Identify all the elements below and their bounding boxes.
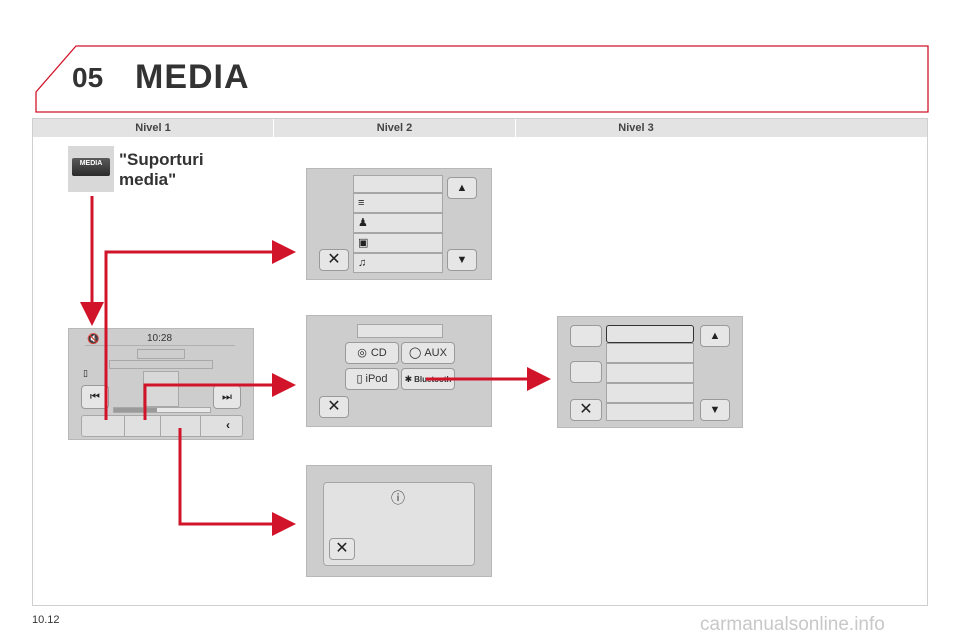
page-number: 10.12: [32, 614, 60, 626]
arrow-to-list-screen: [104, 240, 296, 420]
arrow-to-source-screen: [143, 373, 296, 420]
connector-arrows: [80, 196, 551, 536]
arrow-to-info-screen: [178, 428, 296, 536]
watermark: carmanualsonline.info: [700, 614, 885, 635]
